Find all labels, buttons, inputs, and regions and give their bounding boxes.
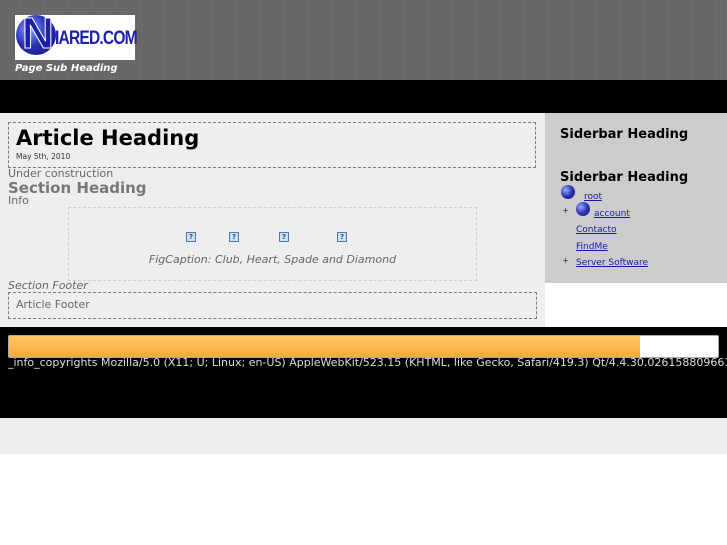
sidebar-item-contacto[interactable]: Contacto xyxy=(576,225,617,235)
progress-bar-fill xyxy=(9,336,640,357)
info-text: Info xyxy=(8,194,29,207)
copyright-text: _info_copyrights Mozilla/5.0 (X11; U; Li… xyxy=(8,356,727,369)
site-logo[interactable]: N IARED.COM xyxy=(15,9,138,60)
sidebar-item-root[interactable]: root xyxy=(584,192,602,202)
globe-icon xyxy=(576,202,590,216)
progress-bar xyxy=(8,335,719,358)
diamond-icon: ? xyxy=(337,232,347,242)
bottom-band xyxy=(0,418,727,454)
article-footer-text: Article Footer xyxy=(16,298,90,311)
article-date: May 5th, 2010 xyxy=(16,152,71,161)
figure-box xyxy=(68,207,477,281)
spade-icon: ? xyxy=(279,232,289,242)
sidebar-item-account[interactable]: account xyxy=(594,209,630,219)
expand-plus-icon[interactable]: + xyxy=(562,257,569,265)
article-footer-box: Article Footer xyxy=(8,292,537,319)
figure-caption: FigCaption: Club, Heart, Spade and Diamo… xyxy=(148,253,397,266)
article-heading: Article Heading xyxy=(16,126,200,150)
logo-letter: N xyxy=(22,9,55,58)
nav-bar xyxy=(0,80,727,113)
section-footer: Section Footer xyxy=(8,279,88,292)
sidebar-heading: Siderbar Heading xyxy=(560,127,689,142)
sidebar-item-findme[interactable]: FindMe xyxy=(576,242,608,252)
club-icon: ? xyxy=(186,232,196,242)
heart-icon: ? xyxy=(229,232,239,242)
sidebar-item-server-software[interactable]: Server Software xyxy=(576,258,648,268)
page-header: N IARED.COM Page Sub Heading xyxy=(0,0,727,80)
globe-icon xyxy=(561,185,575,199)
expand-plus-icon[interactable]: + xyxy=(562,207,569,215)
sidebar-heading: Siderbar Heading xyxy=(560,170,689,185)
logo-text: IARED.COM xyxy=(55,28,138,49)
page-sub-heading: Page Sub Heading xyxy=(15,63,118,74)
